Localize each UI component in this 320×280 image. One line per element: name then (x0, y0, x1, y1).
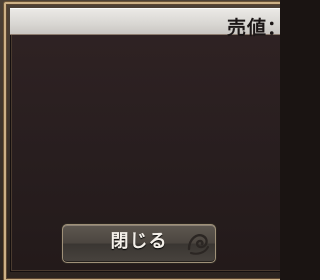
swirl-icon (187, 234, 209, 255)
price-label: 売値： (226, 17, 280, 39)
item-sell-dialog: 売値： 閉じる (0, 0, 280, 280)
dialog-header: 売値： (10, 8, 280, 39)
close-button[interactable]: 閉じる (62, 224, 216, 263)
